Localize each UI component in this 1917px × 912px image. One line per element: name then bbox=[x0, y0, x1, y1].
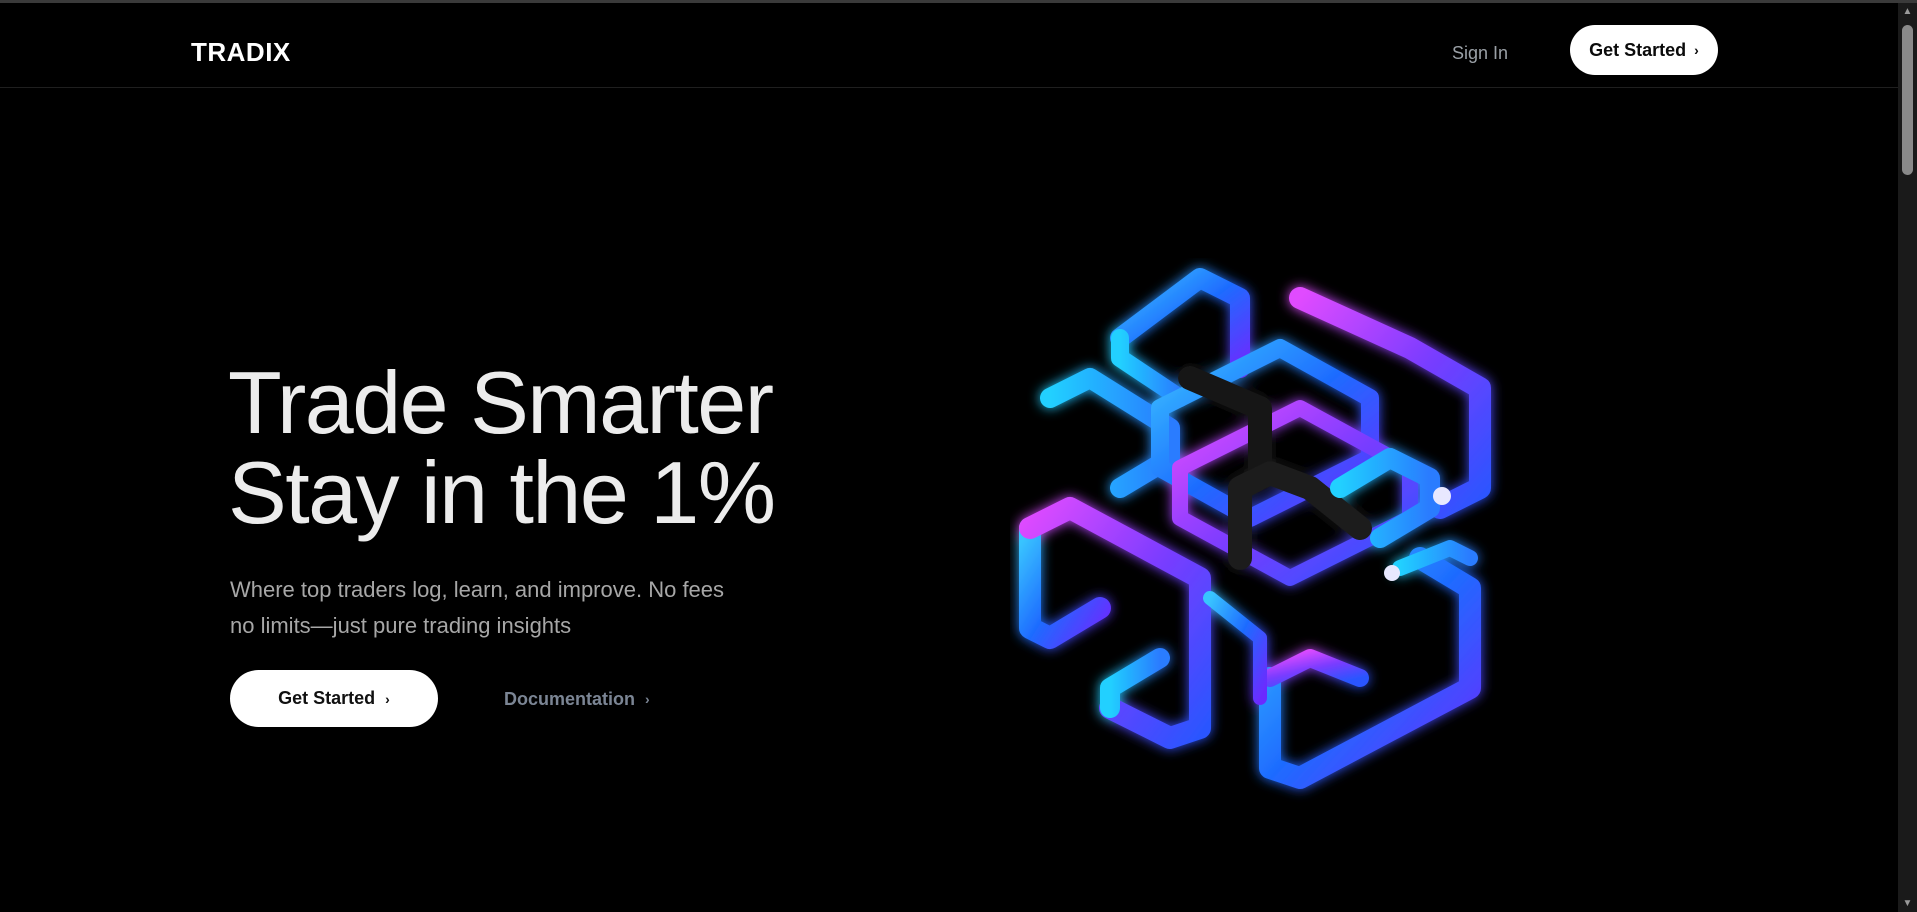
hero-subtext-line-1: Where top traders log, learn, and improv… bbox=[230, 577, 725, 602]
page-scrollbar[interactable]: ▲ ▼ bbox=[1898, 3, 1917, 912]
chevron-right-icon: › bbox=[385, 690, 390, 707]
hero-subtext: Where top traders log, learn, and improv… bbox=[230, 572, 790, 644]
documentation-link[interactable]: Documentation › bbox=[504, 688, 650, 710]
scroll-down-arrow-icon[interactable]: ▼ bbox=[1898, 895, 1917, 912]
scrollbar-thumb[interactable] bbox=[1902, 25, 1913, 175]
lattice-tube bbox=[1110, 268, 1250, 378]
nav-get-started-button[interactable]: Get Started › bbox=[1570, 25, 1718, 75]
hero-get-started-label: Get Started bbox=[278, 688, 376, 708]
nav-get-started-label: Get Started bbox=[1589, 39, 1687, 60]
top-navigation: TRADIX Sign In Get Started › bbox=[0, 3, 1898, 88]
chevron-right-icon: › bbox=[1694, 42, 1699, 58]
hero-subtext-line-2: no limits—just pure trading insights bbox=[230, 613, 572, 638]
hero-3d-lattice-illustration bbox=[1019, 268, 1491, 789]
brand-logo[interactable]: TRADIX bbox=[191, 37, 291, 67]
hero-headline-line-1: Trade Smarter bbox=[228, 353, 774, 452]
documentation-label: Documentation bbox=[504, 689, 636, 709]
landing-page: TRADIX Sign In Get Started › Trade Smart… bbox=[0, 3, 1898, 912]
lattice-tube bbox=[1111, 329, 1189, 407]
sign-in-link[interactable]: Sign In bbox=[1452, 42, 1508, 64]
hero-headline-line-2: Stay in the 1% bbox=[228, 443, 776, 542]
chevron-right-icon: › bbox=[645, 691, 650, 707]
lattice-highlight bbox=[1433, 487, 1451, 505]
lattice-highlight bbox=[1384, 565, 1400, 581]
scroll-up-arrow-icon[interactable]: ▲ bbox=[1898, 3, 1917, 20]
lattice-tube bbox=[1100, 648, 1170, 718]
hero-headline: Trade Smarter Stay in the 1% bbox=[228, 353, 776, 542]
lattice-tube bbox=[1261, 649, 1369, 687]
lattice-tube bbox=[1203, 591, 1267, 705]
lattice-tube bbox=[1019, 517, 1111, 649]
hero-get-started-button[interactable]: Get Started › bbox=[230, 670, 438, 727]
